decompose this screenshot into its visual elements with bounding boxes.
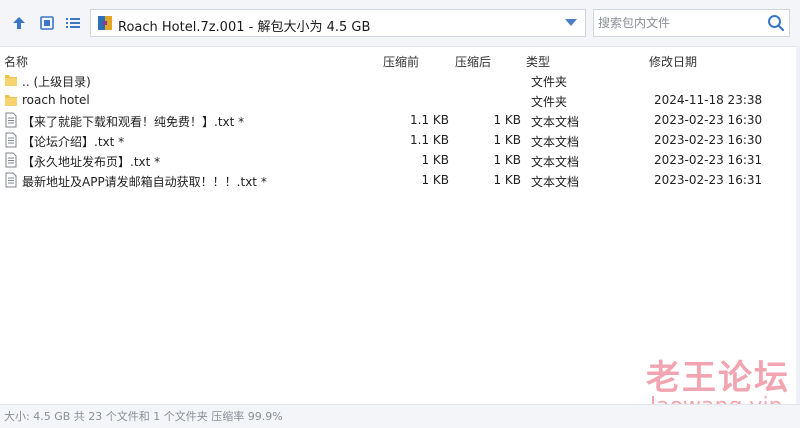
unpacked-size: 1 KB <box>493 173 521 187</box>
text-file-icon <box>5 112 17 128</box>
unpacked-size: 1 KB <box>493 153 521 167</box>
archive-path-text: Roach Hotel.7z.001 - 解包大小为 4.5 GB <box>118 20 371 35</box>
unpacked-size: 1 KB <box>493 113 521 127</box>
modified-date: 2023-02-23 16:30 <box>654 113 763 127</box>
text-file-icon <box>5 152 17 168</box>
list-item[interactable]: 【永久地址发布页】.txt * 1 KB 1 KB 文本文档 2023-02-2… <box>0 150 800 170</box>
toolbar: Roach Hotel.7z.001 - 解包大小为 4.5 GB <box>0 0 800 47</box>
packed-size: 1.1 KB <box>410 113 449 127</box>
file-name: 【来了就能下载和观看！纯免费！】.txt * <box>22 115 245 129</box>
status-text: 大小: 4.5 GB 共 23 个文件和 1 个文件夹 压缩率 99.9% <box>4 410 283 423</box>
file-type: 文本文档 <box>531 155 580 169</box>
modified-date: 2023-02-23 16:31 <box>654 173 763 187</box>
status-bar: 大小: 4.5 GB 共 23 个文件和 1 个文件夹 压缩率 99.9% <box>0 404 800 428</box>
arrow-up-icon <box>13 17 25 29</box>
packed-size: 1 KB <box>421 153 449 167</box>
file-type: 文件夹 <box>531 95 568 109</box>
archive-icon <box>98 16 112 30</box>
file-name: 最新地址及APP请发邮箱自动获取！！！.txt * <box>22 175 267 189</box>
scrollbar-track[interactable] <box>796 46 800 404</box>
column-unpacked-size[interactable]: 压缩后 <box>455 53 491 70</box>
list-item[interactable]: .. (上级目录) 文件夹 <box>0 70 800 90</box>
file-type: 文本文档 <box>531 175 580 189</box>
modified-date: 2023-02-23 16:30 <box>654 133 763 147</box>
search-box[interactable] <box>593 9 790 37</box>
folder-icon <box>5 75 17 86</box>
folder-icon <box>5 95 17 106</box>
file-type: 文本文档 <box>531 135 580 149</box>
view-list-button[interactable] <box>62 12 84 34</box>
column-packed-size[interactable]: 压缩前 <box>383 53 419 70</box>
text-file-icon <box>5 132 17 148</box>
unpacked-size: 1 KB <box>493 133 521 147</box>
list-item[interactable]: 最新地址及APP请发邮箱自动获取！！！.txt * 1 KB 1 KB 文本文档… <box>0 170 800 190</box>
text-file-icon <box>5 172 17 188</box>
packed-size: 1 KB <box>421 173 449 187</box>
dropdown-icon[interactable] <box>565 19 577 26</box>
view-large-button[interactable] <box>36 12 58 34</box>
watermark-text-cn: 老王论坛 <box>646 358 790 398</box>
column-modified-date[interactable]: 修改日期 <box>649 53 697 70</box>
file-name: 【论坛介绍】.txt * <box>22 135 125 149</box>
modified-date: 2023-02-23 16:31 <box>654 153 763 167</box>
search-input[interactable] <box>594 10 764 36</box>
column-type[interactable]: 类型 <box>526 53 550 70</box>
file-name: .. (上级目录) <box>22 75 91 89</box>
modified-date: 2024-11-18 23:38 <box>654 93 763 107</box>
view-list-icon <box>66 18 80 28</box>
column-header: 名称 压缩前 压缩后 类型 修改日期 <box>0 50 800 70</box>
column-name[interactable]: 名称 <box>4 53 28 70</box>
list-item[interactable]: 【论坛介绍】.txt * 1.1 KB 1 KB 文本文档 2023-02-23… <box>0 130 800 150</box>
list-item[interactable]: roach hotel 文件夹 2024-11-18 23:38 <box>0 90 800 110</box>
search-icon[interactable] <box>767 14 785 32</box>
file-name: 【永久地址发布页】.txt * <box>22 155 161 169</box>
packed-size: 1.1 KB <box>410 133 449 147</box>
file-name: roach hotel <box>22 93 90 107</box>
up-button[interactable] <box>8 12 30 34</box>
file-type: 文件夹 <box>531 75 568 89</box>
list-item[interactable]: 【来了就能下载和观看！纯免费！】.txt * 1.1 KB 1 KB 文本文档 … <box>0 110 800 130</box>
file-list: .. (上级目录) 文件夹 roach hotel 文件夹 2024-11-18… <box>0 70 800 190</box>
archive-path-bar[interactable]: Roach Hotel.7z.001 - 解包大小为 4.5 GB <box>90 9 586 37</box>
view-large-icon <box>40 16 54 30</box>
file-type: 文本文档 <box>531 115 580 129</box>
